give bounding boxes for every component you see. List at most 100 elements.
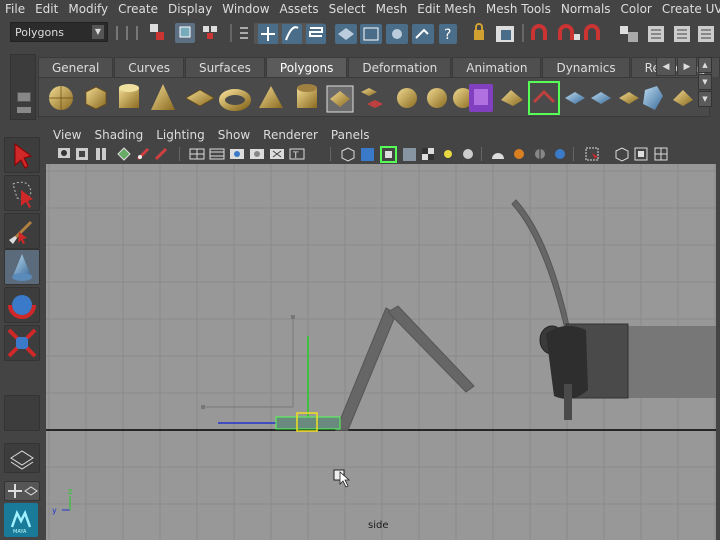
safe-action-icon: T xyxy=(289,148,305,161)
menu-select[interactable]: Select xyxy=(324,0,371,18)
snap-to-live-icon xyxy=(360,24,382,44)
shadows-icon xyxy=(492,153,504,159)
menu-display[interactable]: Display xyxy=(163,0,217,18)
viewport-side[interactable]: z y xyxy=(46,164,716,540)
scale-tool-icon xyxy=(7,328,37,358)
status-line-icons: ? xyxy=(116,23,714,44)
tab-animation[interactable]: Animation xyxy=(452,57,542,77)
panel-menu-bar: View Shading Lighting Show Renderer Pane… xyxy=(46,125,720,145)
toolbox: MAYA xyxy=(0,125,44,540)
shelf-down-icon[interactable]: ▼ xyxy=(698,74,712,90)
modeling-toolkit-icon xyxy=(620,26,638,42)
menu-edit-mesh[interactable]: Edit Mesh xyxy=(412,0,481,18)
bent-limb-mesh[interactable] xyxy=(335,305,475,431)
select-tool-button[interactable] xyxy=(4,137,40,173)
symmetry-icon xyxy=(558,24,580,40)
chevron-left-icon[interactable]: ◀ xyxy=(656,57,676,76)
mouse-cursor xyxy=(333,469,351,488)
split-icon xyxy=(643,86,663,110)
panel-menu-panels[interactable]: Panels xyxy=(324,125,376,145)
bevel-icon xyxy=(528,81,560,115)
menu-normals[interactable]: Normals xyxy=(556,0,616,18)
menu-create-uvs[interactable]: Create UVs xyxy=(657,0,720,18)
menu-file[interactable]: File xyxy=(0,0,30,18)
layout-four-pane-button[interactable] xyxy=(4,481,40,501)
shelf-tab-icon[interactable] xyxy=(17,107,31,113)
move-tool-button[interactable] xyxy=(4,249,40,285)
tab-polygons[interactable]: Polygons xyxy=(265,57,348,77)
shelf-up-icon[interactable]: ▲ xyxy=(698,57,712,73)
panel-menu-shading[interactable]: Shading xyxy=(87,125,149,145)
gate-mask-icon xyxy=(250,149,264,159)
default-lighting-icon xyxy=(463,149,473,159)
wireframe-icon xyxy=(341,147,355,162)
shelf-scroll-buttons: ▲ ▼ ▼ xyxy=(698,57,712,123)
hand-mesh[interactable] xyxy=(511,199,716,420)
tab-curves[interactable]: Curves xyxy=(114,57,184,77)
main-menu-bar: File Edit Modify Create Display Window A… xyxy=(0,0,720,18)
panel-menu-show[interactable]: Show xyxy=(211,125,256,145)
chevron-right-icon[interactable]: ▶ xyxy=(677,57,697,76)
menu-assets[interactable]: Assets xyxy=(275,0,324,18)
scale-tool-button[interactable] xyxy=(4,325,40,361)
axis-x-label: y xyxy=(52,506,57,515)
screen-space-ao-icon xyxy=(514,149,524,159)
layout-single-pane-button[interactable] xyxy=(4,443,40,473)
anti-aliasing-icon xyxy=(555,149,565,159)
render-settings-icon: ? xyxy=(439,24,457,44)
menu-mesh-tools[interactable]: Mesh Tools xyxy=(481,0,556,18)
smooth-icon xyxy=(397,88,417,108)
shelf-options-icon[interactable]: ▼ xyxy=(698,91,712,107)
menu-color[interactable]: Color xyxy=(616,0,657,18)
panel-options-icon xyxy=(654,147,668,161)
image-plane-icon xyxy=(117,147,131,161)
shelf-menu-icon[interactable] xyxy=(17,92,31,102)
tab-scroll-arrows: ◀ ▶ xyxy=(656,57,697,76)
isolate-select-icon xyxy=(585,147,599,161)
select-by-object-icon xyxy=(175,23,195,43)
smooth-shade-icon xyxy=(361,148,374,161)
menu-modify[interactable]: Modify xyxy=(63,0,113,18)
grease-pencil-icon xyxy=(136,147,150,161)
panel-menu-lighting[interactable]: Lighting xyxy=(149,125,211,145)
select-by-hierarchy-icon xyxy=(150,24,164,40)
maya-logo: MAYA xyxy=(4,503,38,537)
selected-object[interactable] xyxy=(275,416,341,430)
resolution-gate-icon xyxy=(230,149,244,159)
poly-plane-icon xyxy=(185,89,215,107)
select-by-component-icon xyxy=(203,26,217,39)
menu-window[interactable]: Window xyxy=(217,0,274,18)
bookmarks-icon xyxy=(96,148,106,160)
tab-dynamics[interactable]: Dynamics xyxy=(542,57,630,77)
lights-icon xyxy=(444,150,452,158)
poly-torus-icon xyxy=(219,89,251,111)
select-camera-icon xyxy=(58,148,70,158)
svg-text:?: ? xyxy=(444,27,451,43)
menu-edit[interactable]: Edit xyxy=(30,0,63,18)
rotate-tool-button[interactable] xyxy=(4,287,40,323)
ellipse-tool-icon xyxy=(584,24,600,40)
lasso-tool-button[interactable] xyxy=(4,175,40,211)
snap-to-point-icon xyxy=(306,24,326,44)
poly-cube-icon xyxy=(85,86,107,110)
scene-canvas[interactable]: z y xyxy=(46,164,716,540)
tab-deformation[interactable]: Deformation xyxy=(348,57,452,77)
panel-menu-renderer[interactable]: Renderer xyxy=(256,125,324,145)
shelf-buttons xyxy=(49,81,693,115)
extrude-icon xyxy=(565,92,585,104)
move-manipulator[interactable] xyxy=(218,336,341,432)
paint-select-tool-button[interactable] xyxy=(4,213,40,249)
paint-select-tool-icon xyxy=(9,220,33,244)
tab-surfaces[interactable]: Surfaces xyxy=(184,57,265,77)
last-tool-slot[interactable] xyxy=(4,395,40,431)
hud-icon xyxy=(615,147,629,162)
film-gate-icon xyxy=(209,148,225,160)
shelf-editor-handle[interactable] xyxy=(10,54,36,120)
tab-general[interactable]: General xyxy=(38,57,114,77)
magnet-icon xyxy=(531,24,547,40)
poly-cylinder-icon xyxy=(119,84,139,108)
menu-mesh[interactable]: Mesh xyxy=(371,0,413,18)
menu-create[interactable]: Create xyxy=(113,0,163,18)
panel-menu-view[interactable]: View xyxy=(46,125,87,145)
append-icon xyxy=(619,92,639,104)
